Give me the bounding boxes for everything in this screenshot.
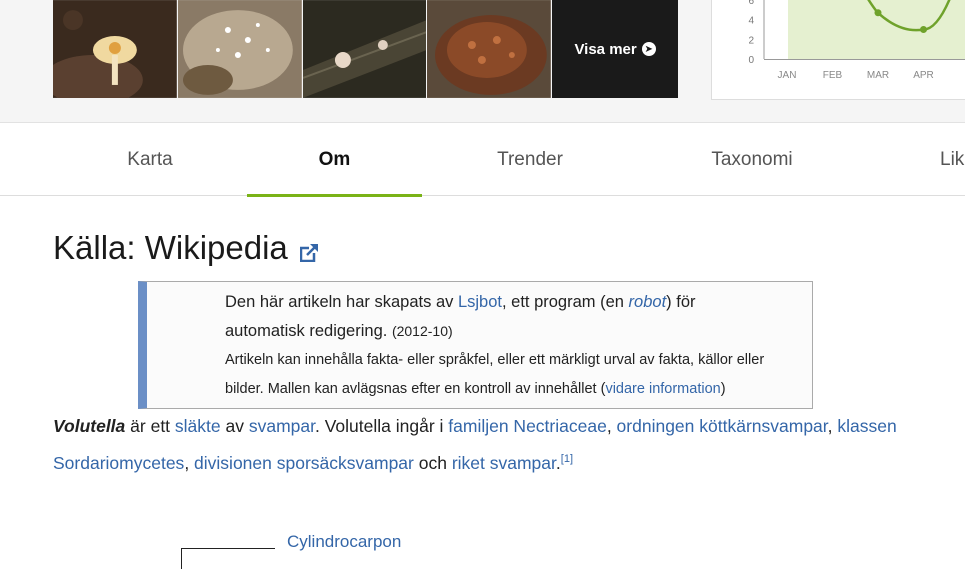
- article-text: och: [413, 452, 452, 473]
- cylindrocarpon-link[interactable]: Cylindrocarpon: [287, 532, 401, 552]
- divisionen-link[interactable]: divisionen sporsäcksvampar: [194, 453, 414, 473]
- tab-karta[interactable]: Karta: [53, 124, 247, 196]
- notice-text: automatisk redigering.: [225, 322, 388, 340]
- y-tick-label: 2: [748, 35, 754, 46]
- notice-line-4: bilder. Mallen kan avlägsnas efter en ko…: [225, 375, 798, 404]
- gallery-image-2[interactable]: [177, 0, 302, 98]
- gallery-image-3[interactable]: [302, 0, 427, 98]
- svampar-link[interactable]: svampar: [249, 416, 315, 436]
- tab-lik[interactable]: Lik: [926, 124, 965, 196]
- fungus-photo-2: [177, 0, 302, 98]
- y-tick-label: 6: [748, 0, 754, 7]
- visa-mer-label: Visa mer: [574, 40, 637, 58]
- chart-area-fill: [788, 0, 965, 59]
- visa-mer-button[interactable]: Visa mer ➤: [552, 0, 678, 98]
- notice-text: bilder. Mallen kan avlägsnas efter en ko…: [225, 381, 606, 397]
- x-tick-label: FEB: [823, 70, 843, 81]
- article-text: ,: [827, 416, 838, 436]
- gallery-image-4[interactable]: [427, 0, 552, 98]
- riket-link[interactable]: riket svampar: [452, 453, 556, 473]
- circle-arrow-right-icon: ➤: [641, 42, 656, 56]
- taxon-name: Volutella: [53, 416, 126, 436]
- klassen-link[interactable]: klassen: [837, 416, 896, 436]
- image-gallery: Visa mer ➤: [53, 0, 678, 98]
- page-title: Källa: Wikipedia: [53, 229, 288, 266]
- fungus-photo-1: [53, 0, 177, 98]
- source-heading: Källa: Wikipedia: [53, 226, 318, 270]
- notice-line-1: Den här artikeln har skapats av Lsjbot, …: [225, 288, 798, 317]
- lsjbot-notice: Den här artikeln har skapats av Lsjbot, …: [138, 281, 813, 409]
- x-tick-label: MAR: [867, 70, 889, 81]
- y-tick-label: 0: [748, 55, 754, 66]
- fungus-photo-3: [302, 0, 427, 98]
- tab-om[interactable]: Om: [247, 124, 422, 197]
- trend-chart: 0246JANFEBMARAPRM: [711, 0, 965, 100]
- notice-text: ): [720, 381, 726, 397]
- notice-text: , ett program (en: [501, 293, 629, 311]
- slakte-link[interactable]: släkte: [175, 416, 221, 436]
- x-tick-label: JAN: [778, 70, 797, 81]
- data-point: [920, 26, 927, 33]
- beetle-photo: [427, 0, 552, 98]
- tab-trender[interactable]: Trender: [422, 124, 638, 196]
- notice-text: Den här artikeln har skapats av: [225, 293, 458, 311]
- y-tick-label: 4: [748, 16, 754, 27]
- external-link-icon[interactable]: [299, 232, 318, 270]
- robot-link[interactable]: robot: [629, 293, 667, 311]
- lsjbot-link[interactable]: Lsjbot: [458, 293, 502, 311]
- sordariomycetes-link[interactable]: Sordariomycetes: [53, 453, 184, 473]
- taxonomy-tree-line: [181, 548, 275, 569]
- data-point: [874, 9, 882, 17]
- article-text: av: [220, 416, 249, 436]
- article-text: ,: [184, 452, 195, 473]
- notice-text: ) för: [666, 293, 696, 311]
- trend-chart-svg: 0246JANFEBMARAPRM: [748, 0, 965, 81]
- ordningen-link[interactable]: ordningen köttkärnsvampar: [617, 416, 828, 436]
- vidare-information-link[interactable]: vidare information: [605, 381, 720, 397]
- notice-line-3: Artikeln kan innehålla fakta- eller språ…: [225, 352, 765, 368]
- article-text: är ett: [125, 416, 175, 436]
- tab-bar: Karta Om Trender Taxonomi Lik: [0, 124, 965, 197]
- notice-date: (2012-10): [391, 323, 453, 339]
- reference-link[interactable]: [1]: [561, 453, 573, 465]
- article-paragraph: Volutella är ett släkte av svampar. Volu…: [53, 410, 933, 480]
- article-text: ,: [606, 416, 617, 436]
- familjen-link[interactable]: familjen Nectriaceae: [448, 416, 607, 436]
- gallery-image-1[interactable]: [53, 0, 177, 98]
- notice-line-2: automatisk redigering. (2012-10): [225, 317, 798, 346]
- tab-taxonomi[interactable]: Taxonomi: [638, 124, 866, 196]
- x-tick-label: APR: [913, 70, 934, 81]
- top-band: Visa mer ➤ 0246JANFEBMARAPRM: [0, 0, 965, 123]
- article-text: . Volutella ingår i: [314, 416, 449, 436]
